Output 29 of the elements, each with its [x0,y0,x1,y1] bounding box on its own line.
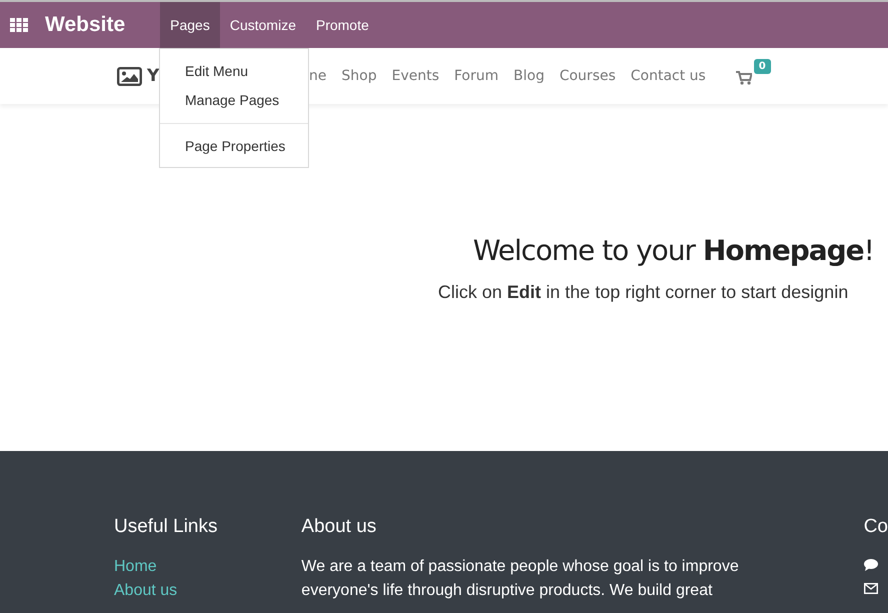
nav-link[interactable]: Forum [454,68,499,84]
image-icon [117,66,142,86]
cart-count-badge: 0 [754,59,771,74]
nav-link[interactable]: Events [392,68,440,84]
hero-subtitle: Click on Edit in the top right corner to start designin [438,282,850,303]
footer-link[interactable]: About us [114,579,302,603]
footer-heading: Useful Links [114,516,218,538]
menu-tab[interactable]: Customize [220,2,306,48]
comment-icon [864,559,878,571]
menu-tab[interactable]: Pages [160,2,220,48]
nav-link[interactable]: Blog [514,68,544,84]
nav-link[interactable]: Contact us [630,68,706,84]
dropdown-item[interactable]: Edit Menu [160,57,308,86]
nav-link[interactable]: ne [309,68,326,84]
nav-link[interactable]: Courses [559,68,616,84]
footer-heading: About us [301,516,378,538]
nav-link[interactable]: Shop [342,68,377,84]
envelope-icon [864,583,878,594]
apps-grid-icon[interactable] [10,18,28,32]
footer-heading: Co [864,516,888,538]
footer-link[interactable]: Home [114,555,302,579]
dropdown-item[interactable]: Manage Pages [160,86,308,115]
about-text: We are a team of passionate people whose goal is to improve everyone's life through disruptive products. We build great [301,557,740,601]
logo-text[interactable]: Y [147,66,160,86]
app-title: Website [45,13,126,37]
cart-icon[interactable] [736,71,752,85]
dropdown-item[interactable]: Page Properties [160,132,308,161]
hero-title: Welcome to your Homepage! [473,234,875,267]
menu-tab[interactable]: Promote [306,2,379,48]
